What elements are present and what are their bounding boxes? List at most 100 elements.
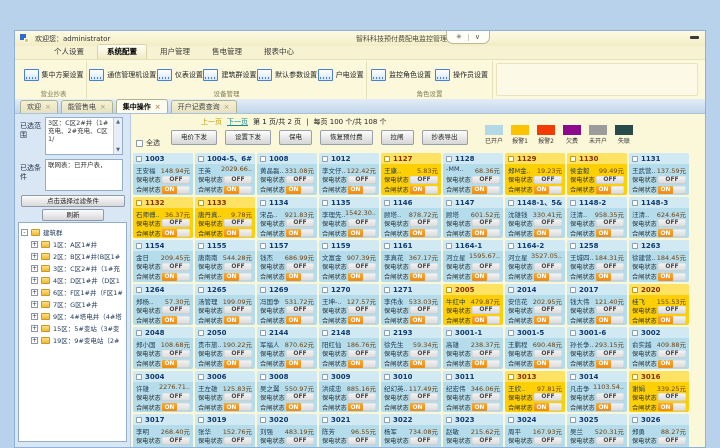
room-card[interactable]: 3009洪成忠885.16元保电状态OFF合闸状态ON xyxy=(319,371,379,413)
room-card[interactable]: 3006王左雄125.83元保电状态OFF合闸状态ON xyxy=(195,371,255,413)
keep-power-toggle[interactable]: OFF xyxy=(410,306,438,314)
keep-power-toggle[interactable]: OFF xyxy=(348,219,376,227)
keep-power-toggle[interactable]: OFF xyxy=(162,393,190,401)
switch-state-toggle[interactable]: ON xyxy=(596,273,624,281)
room-checkbox[interactable] xyxy=(508,417,514,423)
doc-tab-集中操作[interactable]: 集中操作× xyxy=(116,99,168,113)
switch-state-toggle[interactable]: ON xyxy=(534,229,562,237)
room-checkbox[interactable] xyxy=(570,330,576,336)
keep-power-toggle[interactable]: OFF xyxy=(534,393,562,401)
keep-power-toggle[interactable]: OFF xyxy=(162,350,190,358)
switch-state-toggle[interactable]: ON xyxy=(596,229,624,237)
room-checkbox[interactable] xyxy=(136,200,142,206)
room-card[interactable]: 1008黄晶磊..331.08元保电状态OFF合闸状态ON xyxy=(257,153,317,195)
room-card[interactable]: 1270王坤-..127.57元保电状态OFF合闸状态ON xyxy=(319,284,379,326)
room-card[interactable]: 1164-1河立星1595.67..保电状态OFF合闸状态ON xyxy=(443,240,503,282)
room-checkbox[interactable] xyxy=(508,330,514,336)
room-card[interactable]: 3002俞实越409.88元保电状态OFF合闸状态ON xyxy=(629,327,689,369)
room-card[interactable]: 3001-6孙长争..293.15元保电状态OFF合闸状态ON xyxy=(567,327,627,369)
room-card[interactable]: 1129郑M金..19.23元保电状态OFF合闸状态ON xyxy=(505,153,565,195)
room-card[interactable]: 1148-1、5&2沈雄钱330.41元保电状态OFF合闸状态ON xyxy=(505,197,565,239)
room-checkbox[interactable] xyxy=(632,374,638,380)
keep-power-toggle[interactable]: OFF xyxy=(472,393,500,401)
tree-item[interactable]: +1区：A区1#井 xyxy=(31,238,124,250)
ribbon-tab-报表中心[interactable]: 报表中心 xyxy=(255,45,303,59)
ribbon-button-仪表设置[interactable]: 仪表设置 xyxy=(157,69,203,81)
room-checkbox[interactable] xyxy=(136,330,142,336)
chevron-down-icon[interactable]: ∨ xyxy=(475,33,480,41)
keep-power-toggle[interactable]: OFF xyxy=(348,393,376,401)
switch-state-toggle[interactable]: ON xyxy=(348,273,376,281)
room-card[interactable]: 1128-MM..68.36元保电状态OFF合闸状态ON xyxy=(443,153,503,195)
room-checkbox[interactable] xyxy=(198,287,204,293)
keep-power-toggle[interactable]: OFF xyxy=(348,437,376,445)
switch-state-toggle[interactable]: ON xyxy=(162,229,190,237)
collapse-node-icon[interactable]: - xyxy=(21,229,28,236)
switch-state-toggle[interactable]: ON xyxy=(224,316,252,324)
keep-power-toggle[interactable]: OFF xyxy=(286,437,314,445)
room-checkbox[interactable] xyxy=(570,374,576,380)
keep-power-toggle[interactable]: OFF xyxy=(224,263,252,271)
keep-power-toggle[interactable]: OFF xyxy=(224,437,252,445)
switch-state-toggle[interactable]: ON xyxy=(224,186,252,194)
room-checkbox[interactable] xyxy=(260,243,266,249)
room-checkbox[interactable] xyxy=(446,156,452,162)
room-checkbox[interactable] xyxy=(508,374,514,380)
room-checkbox[interactable] xyxy=(632,417,638,423)
room-checkbox[interactable] xyxy=(198,243,204,249)
tree-item[interactable]: +19区：9#变电站（2# xyxy=(31,334,124,346)
room-card[interactable]: 3026郑勇88.27元保电状态OFF合闸状态ON xyxy=(629,414,689,447)
room-card[interactable]: 3014凡击争1103.54..保电状态OFF合闸状态ON xyxy=(567,371,627,413)
keep-power-toggle[interactable]: OFF xyxy=(596,393,624,401)
keep-power-toggle[interactable]: OFF xyxy=(534,176,562,184)
switch-state-toggle[interactable]: ON xyxy=(286,186,314,194)
keep-power-toggle[interactable]: OFF xyxy=(596,306,624,314)
ribbon-tab-系统配置[interactable]: 系统配置 xyxy=(97,44,147,59)
room-checkbox[interactable] xyxy=(198,374,204,380)
room-card[interactable]: 2048郑小国108.68元保电状态OFF合闸状态ON xyxy=(133,327,193,369)
switch-state-toggle[interactable]: ON xyxy=(410,403,438,411)
room-card[interactable]: 1271李伟永533.03元保电状态OFF合闸状态ON xyxy=(381,284,441,326)
room-checkbox[interactable] xyxy=(136,417,142,423)
room-card[interactable]: 1264郑杨..57.30元保电状态OFF合闸状态ON xyxy=(133,284,193,326)
room-card[interactable]: 1154金日209.45元保电状态OFF合闸状态ON xyxy=(133,240,193,282)
switch-state-toggle[interactable]: ON xyxy=(224,273,252,281)
room-checkbox[interactable] xyxy=(260,200,266,206)
expand-node-icon[interactable]: + xyxy=(31,325,38,332)
keep-power-toggle[interactable]: OFF xyxy=(596,219,624,227)
room-card[interactable]: 1132石师傅..36.37元保电状态OFF合闸状态ON xyxy=(133,197,193,239)
room-card[interactable]: 2017钱大伟121.40元保电状态OFF合闸状态ON xyxy=(567,284,627,326)
room-card[interactable]: 1012李文仔..122.42元保电状态OFF合闸状态ON xyxy=(319,153,379,195)
keep-power-toggle[interactable]: OFF xyxy=(472,219,500,227)
keep-power-toggle[interactable]: OFF xyxy=(658,219,686,227)
room-checkbox[interactable] xyxy=(508,287,514,293)
room-card[interactable]: 3023赵敏215.62元保电状态OFF合闸状态ON xyxy=(443,414,503,447)
room-card[interactable]: 2050贵市旅..190.22元保电状态OFF合闸状态ON xyxy=(195,327,255,369)
keep-power-toggle[interactable]: OFF xyxy=(658,176,686,184)
keep-power-toggle[interactable]: OFF xyxy=(348,350,376,358)
room-checkbox[interactable] xyxy=(446,243,452,249)
room-checkbox[interactable] xyxy=(570,243,576,249)
keep-power-toggle[interactable]: OFF xyxy=(534,263,562,271)
room-card[interactable]: 3019张华152.76元保电状态OFF合闸状态ON xyxy=(195,414,255,447)
keep-power-toggle[interactable]: OFF xyxy=(410,393,438,401)
keep-power-toggle[interactable]: OFF xyxy=(596,350,624,358)
room-card[interactable]: 3010纪幻英..117.49元保电状态OFF合闸状态ON xyxy=(381,371,441,413)
room-card[interactable]: 1146顾塔..878.72元保电状态OFF合闸状态ON xyxy=(381,197,441,239)
switch-state-toggle[interactable]: ON xyxy=(348,316,376,324)
doc-tab-能管售电[interactable]: 能管售电× xyxy=(61,100,113,113)
expand-node-icon[interactable]: + xyxy=(31,265,38,272)
switch-state-toggle[interactable]: ON xyxy=(410,186,438,194)
switch-state-toggle[interactable]: ON xyxy=(224,229,252,237)
room-card[interactable]: 1135李理先..1542.30..保电状态OFF合闸状态ON xyxy=(319,197,379,239)
room-checkbox[interactable] xyxy=(198,200,204,206)
tree-item[interactable]: +3区：C区2#井（1#充 xyxy=(31,262,124,274)
switch-state-toggle[interactable]: ON xyxy=(472,403,500,411)
ribbon-collapse-pill[interactable]: ✳ ∨ xyxy=(446,31,490,44)
switch-state-toggle[interactable]: ON xyxy=(162,186,190,194)
switch-state-toggle[interactable]: ON xyxy=(534,273,562,281)
switch-state-toggle[interactable]: ON xyxy=(596,316,624,324)
room-checkbox[interactable] xyxy=(384,374,390,380)
room-card[interactable]: 3001-1高雄238.37元保电状态OFF合闸状态ON xyxy=(443,327,503,369)
room-card[interactable]: 3017李明268.40元保电状态OFF合闸状态ON xyxy=(133,414,193,447)
